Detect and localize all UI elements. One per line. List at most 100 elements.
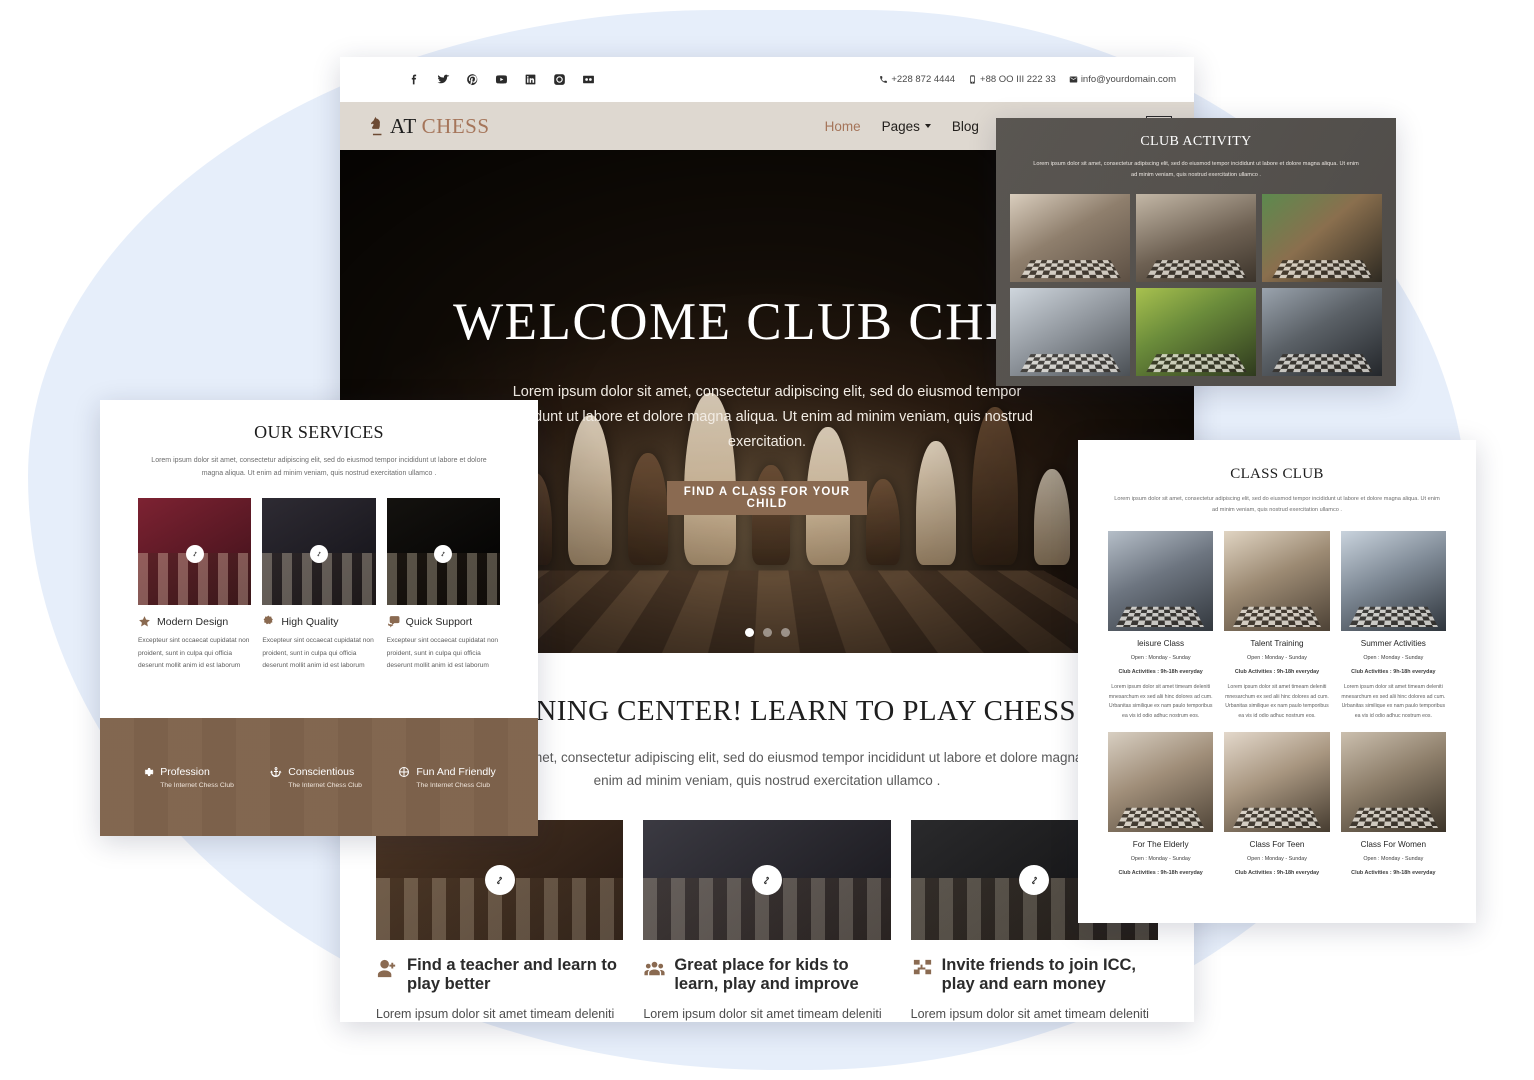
feature-title: Great place for kids to learn, play and … [674,956,890,994]
twitter-icon[interactable] [437,73,450,86]
service-title-row: High Quality [262,615,375,628]
chess-knight-icon [368,116,385,136]
mobile-number: +88 OO III 222 33 [980,74,1056,85]
service-image [262,498,375,605]
strip-item: Conscientious The Internet Chess Club [270,766,362,789]
link-icon-badge[interactable] [434,545,452,563]
class-name: Summer Activities [1341,639,1446,648]
class-image[interactable] [1224,732,1329,832]
social-links[interactable] [408,73,595,86]
instagram-icon[interactable] [553,73,566,86]
class-name: leisure Class [1108,639,1213,648]
sitemap-share-icon [911,957,934,980]
class-name: Class For Women [1341,840,1446,849]
class-open-hours: Open : Monday - Sunday [1108,856,1213,862]
phone-icon [879,75,888,84]
envelope-icon [1069,75,1078,84]
activity-photo[interactable] [1262,288,1382,376]
service-title: Quick Support [406,616,473,628]
facebook-icon[interactable] [408,73,421,86]
flickr-icon[interactable] [582,73,595,86]
strip-title: Conscientious [288,766,354,778]
nav-item-blog[interactable]: Blog [952,119,979,134]
link-icon-badge[interactable] [310,545,328,563]
activity-photo[interactable] [1136,288,1256,376]
link-icon [1028,874,1041,887]
top-contact-bar: +228 872 4444 +88 OO III 222 33 info@you… [340,57,1194,102]
link-icon-badge[interactable] [186,545,204,563]
activity-photo[interactable] [1010,288,1130,376]
link-icon-badge[interactable] [1019,865,1049,895]
phone-item[interactable]: +228 872 4444 [879,74,955,85]
nav-label-blog: Blog [952,119,979,134]
class-image[interactable] [1341,531,1446,631]
linkedin-icon[interactable] [524,73,537,86]
youtube-icon[interactable] [495,73,508,86]
class-image[interactable] [1108,732,1213,832]
learning-feature-card: Great place for kids to learn, play and … [643,820,890,1022]
class-open-hours: Open : Monday - Sunday [1341,856,1446,862]
feature-body: Lorem ipsum dolor sit amet timeam deleni… [643,1004,890,1022]
activity-title: CLUB ACTIVITY [1016,134,1376,150]
class-card: Talent Training Open : Monday - Sunday C… [1224,531,1329,721]
class-activities: Club Activities : 9h-18h everyday [1341,669,1446,675]
class-open-hours: Open : Monday - Sunday [1108,655,1213,661]
class-image[interactable] [1108,531,1213,631]
class-image[interactable] [1224,531,1329,631]
phone-number: +228 872 4444 [891,74,955,85]
class-image[interactable] [1341,732,1446,832]
class-body: Lorem ipsum dolor sit amet timeam deleni… [1224,683,1329,721]
site-logo[interactable]: AT CHESS [368,114,490,139]
user-plus-icon [376,957,399,980]
find-a-class-button[interactable]: FIND A CLASS FOR YOUR CHILD [667,481,867,515]
service-body: Excepteur sint occaecat cupidatat non pr… [387,635,500,673]
chevron-down-icon [925,124,931,128]
link-icon [760,874,773,887]
mobile-item[interactable]: +88 OO III 222 33 [968,74,1056,85]
nav-item-home[interactable]: Home [825,119,861,134]
strip-subtitle: The Internet Chess Club [416,782,495,789]
strip-title: Profession [160,766,210,778]
class-card: For The Elderly Open : Monday - Sunday C… [1108,732,1213,876]
feature-heading: Great place for kids to learn, play and … [643,956,890,994]
slider-dot-1[interactable] [745,628,754,637]
service-card: High Quality Excepteur sint occaecat cup… [262,498,375,673]
service-card: Quick Support Excepteur sint occaecat cu… [387,498,500,673]
link-icon-badge[interactable] [485,865,515,895]
class-name: Talent Training [1224,639,1329,648]
classclub-paragraph: Lorem ipsum dolor sit amet, consectetur … [1112,494,1442,515]
services-card-row: Modern Design Excepteur sint occaecat cu… [100,480,538,673]
nav-item-pages[interactable]: Pages [882,119,931,134]
link-icon [191,550,199,558]
link-icon [493,874,506,887]
class-card: Class For Teen Open : Monday - Sunday Cl… [1224,732,1329,876]
class-card: Summer Activities Open : Monday - Sunday… [1341,531,1446,721]
class-card: Class For Women Open : Monday - Sunday C… [1341,732,1446,876]
users-group-icon [643,957,666,980]
activity-photo-grid [996,180,1396,376]
feature-body: Lorem ipsum dolor sit amet timeam deleni… [376,1004,623,1022]
class-activities: Club Activities : 9h-18h everyday [1224,669,1329,675]
class-open-hours: Open : Monday - Sunday [1224,655,1329,661]
activity-photo[interactable] [1262,194,1382,282]
services-title: OUR SERVICES [130,422,508,443]
service-title-row: Modern Design [138,615,251,628]
email-item[interactable]: info@yourdomain.com [1069,74,1176,85]
strip-title-row: Profession [142,766,234,778]
badge-icon [262,615,275,628]
class-body: Lorem ipsum dolor sit amet timeam deleni… [1341,683,1446,721]
learning-feature-card: Find a teacher and learn to play better … [376,820,623,1022]
link-icon [439,550,447,558]
link-icon-badge[interactable] [752,865,782,895]
pinterest-icon[interactable] [466,73,479,86]
service-card: Modern Design Excepteur sint occaecat cu… [138,498,251,673]
activity-photo[interactable] [1136,194,1256,282]
classclub-title: CLASS CLUB [1098,466,1456,483]
activity-photo[interactable] [1010,194,1130,282]
link-icon [315,550,323,558]
activity-header: CLUB ACTIVITY Lorem ipsum dolor sit amet… [996,118,1396,180]
logo-text-at: AT [390,114,417,139]
slider-dot-3[interactable] [781,628,790,637]
slider-dot-2[interactable] [763,628,772,637]
nav-label-home: Home [825,119,861,134]
